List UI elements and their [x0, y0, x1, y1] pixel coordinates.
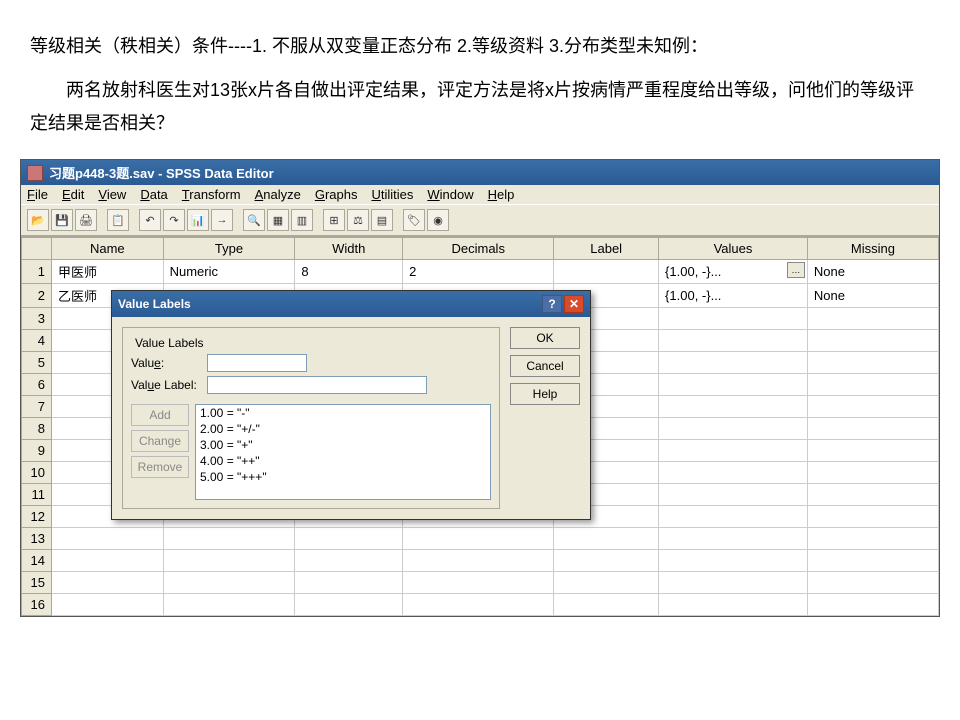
menu-window[interactable]: Window	[427, 187, 473, 202]
cell-missing[interactable]: None	[807, 260, 938, 284]
split-icon[interactable]: ⊞	[323, 209, 345, 231]
row-header[interactable]: 8	[22, 418, 52, 440]
row-header[interactable]: 5	[22, 352, 52, 374]
row-header[interactable]: 10	[22, 462, 52, 484]
corner-cell	[22, 238, 52, 260]
cell-name[interactable]: 甲医师	[52, 260, 164, 284]
row-header[interactable]: 11	[22, 484, 52, 506]
value-label: Value:	[131, 356, 201, 370]
value-input[interactable]	[207, 354, 307, 372]
ok-button[interactable]: OK	[510, 327, 580, 349]
help-button[interactable]: Help	[510, 383, 580, 405]
list-item[interactable]: 4.00 = "++"	[196, 453, 490, 469]
row-header[interactable]: 3	[22, 308, 52, 330]
menu-utilities[interactable]: Utilities	[371, 187, 413, 202]
valuelabel-input[interactable]	[207, 376, 427, 394]
remove-button[interactable]: Remove	[131, 456, 189, 478]
app-icon	[27, 165, 43, 181]
spss-window: 习题p448-3题.sav - SPSS Data Editor FFileil…	[20, 159, 940, 617]
value-labels-icon[interactable]: 🏷	[403, 209, 425, 231]
menu-help[interactable]: Help	[488, 187, 515, 202]
save-icon[interactable]: 💾	[51, 209, 73, 231]
cell-values[interactable]: {1.00, -}...…	[659, 260, 808, 284]
weight-icon[interactable]: ⚖	[347, 209, 369, 231]
dialog-help-icon[interactable]: ?	[542, 295, 562, 313]
cell-width[interactable]: 8	[295, 260, 403, 284]
col-name[interactable]: Name	[52, 238, 164, 260]
valuelabel-label: Value Label:	[131, 378, 201, 392]
insert-var-icon[interactable]: ▥	[291, 209, 313, 231]
row-header[interactable]: 7	[22, 396, 52, 418]
list-item[interactable]: 2.00 = "+/-"	[196, 421, 490, 437]
intro-paragraph-2: 两名放射科医生对13张x片各自做出评定结果，评定方法是将x片按病情严重程度给出等…	[30, 74, 930, 139]
row-header[interactable]: 2	[22, 284, 52, 308]
row-header[interactable]: 4	[22, 330, 52, 352]
intro-paragraph-1: 等级相关（秩相关）条件----1. 不服从双变量正态分布 2.等级资料 3.分布…	[30, 30, 930, 62]
undo-icon[interactable]: ↶	[139, 209, 161, 231]
cell-missing[interactable]: None	[807, 284, 938, 308]
menu-analyze[interactable]: Analyze	[255, 187, 301, 202]
cell-label[interactable]	[554, 260, 659, 284]
value-listbox[interactable]: 1.00 = "-"2.00 = "+/-"3.00 = "+"4.00 = "…	[195, 404, 491, 500]
menubar[interactable]: FFileile Edit View Data Transform Analyz…	[21, 185, 939, 204]
row-header[interactable]: 14	[22, 550, 52, 572]
window-title: 习题p448-3题.sav - SPSS Data Editor	[49, 163, 274, 182]
cell-decimals[interactable]: 2	[403, 260, 554, 284]
use-sets-icon[interactable]: ◉	[427, 209, 449, 231]
col-width[interactable]: Width	[295, 238, 403, 260]
chart-icon[interactable]: 📊	[187, 209, 209, 231]
open-icon[interactable]: 📂	[27, 209, 49, 231]
dialog-title: Value Labels	[118, 297, 191, 311]
list-item[interactable]: 5.00 = "+++"	[196, 469, 490, 485]
change-button[interactable]: Change	[131, 430, 189, 452]
menu-view[interactable]: View	[98, 187, 126, 202]
print-icon[interactable]: 🖨	[75, 209, 97, 231]
menu-data[interactable]: Data	[140, 187, 167, 202]
cell-values[interactable]: {1.00, -}...	[659, 284, 808, 308]
menu-file[interactable]: FFileile	[27, 187, 48, 202]
row-header[interactable]: 6	[22, 374, 52, 396]
find-icon[interactable]: 🔍	[243, 209, 265, 231]
values-ellipsis-button[interactable]: …	[787, 262, 805, 278]
row-header[interactable]: 13	[22, 528, 52, 550]
row-header[interactable]: 15	[22, 572, 52, 594]
add-button[interactable]: Add	[131, 404, 189, 426]
col-decimals[interactable]: Decimals	[403, 238, 554, 260]
row-header[interactable]: 9	[22, 440, 52, 462]
menu-graphs[interactable]: Graphs	[315, 187, 358, 202]
dialog-recall-icon[interactable]: 📋	[107, 209, 129, 231]
goto-icon[interactable]: →	[211, 209, 233, 231]
menu-edit[interactable]: Edit	[62, 187, 84, 202]
toolbar: 📂 💾 🖨 📋 ↶ ↷ 📊 → 🔍 ▦ ▥ ⊞ ⚖ ▤ 🏷 ◉	[21, 204, 939, 236]
row-header[interactable]: 1	[22, 260, 52, 284]
menu-transform[interactable]: Transform	[182, 187, 241, 202]
list-item[interactable]: 3.00 = "+"	[196, 437, 490, 453]
row-header[interactable]: 12	[22, 506, 52, 528]
select-icon[interactable]: ▤	[371, 209, 393, 231]
redo-icon[interactable]: ↷	[163, 209, 185, 231]
insert-case-icon[interactable]: ▦	[267, 209, 289, 231]
list-item[interactable]: 1.00 = "-"	[196, 405, 490, 421]
groupbox-label: Value Labels	[131, 336, 208, 350]
close-icon[interactable]: ✕	[564, 295, 584, 313]
col-label[interactable]: Label	[554, 238, 659, 260]
cancel-button[interactable]: Cancel	[510, 355, 580, 377]
col-missing[interactable]: Missing	[807, 238, 938, 260]
value-labels-dialog: Value Labels ? ✕ Value Labels Value: Val…	[111, 290, 591, 520]
cell-type[interactable]: Numeric	[163, 260, 295, 284]
col-values[interactable]: Values	[659, 238, 808, 260]
titlebar: 习题p448-3题.sav - SPSS Data Editor	[21, 160, 939, 185]
col-type[interactable]: Type	[163, 238, 295, 260]
row-header[interactable]: 16	[22, 594, 52, 616]
